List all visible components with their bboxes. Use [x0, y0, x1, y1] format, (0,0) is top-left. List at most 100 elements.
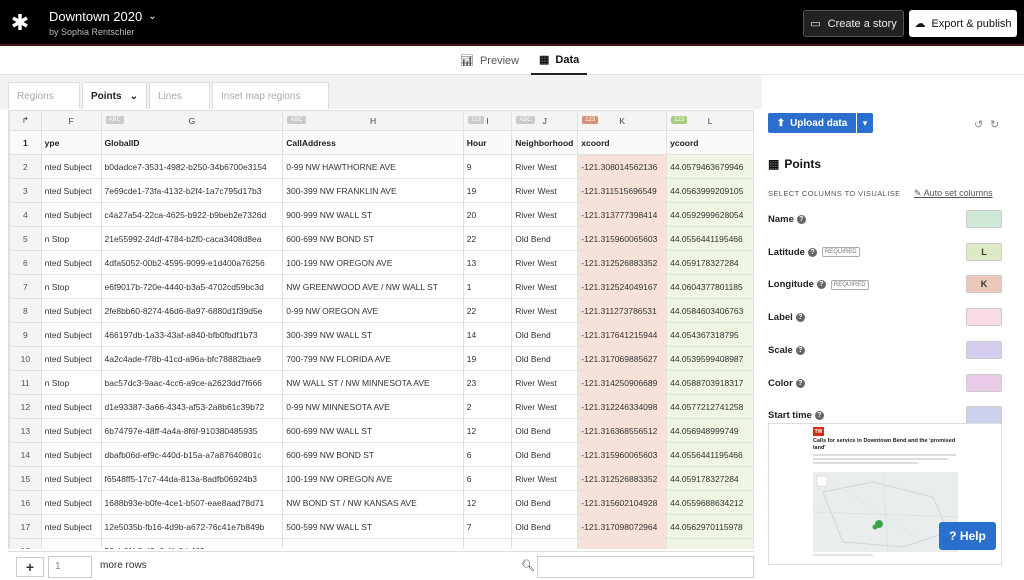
column-name-f[interactable]: ype — [40, 130, 102, 155]
table-cell[interactable]: -121.312246334098 — [577, 394, 668, 419]
table-cell[interactable]: 44.0559688634212 — [666, 490, 754, 515]
table-cell[interactable]: 0-99 NW MINNESOTA AVE — [282, 394, 464, 419]
table-cell[interactable]: 1688b93e-b0fe-4ce1-b507-eae8aad78d71 — [100, 490, 284, 515]
table-cell[interactable]: -121.312526883352 — [577, 466, 668, 491]
table-cell[interactable]: n Stop — [40, 226, 102, 251]
table-cell[interactable]: Old Bend — [511, 418, 579, 443]
table-cell[interactable]: nted Subject — [40, 298, 102, 323]
table-cell[interactable]: 4dfa5052-00b2-4595-9099-e1d400a76256 — [100, 250, 284, 275]
sheet-tab-regions[interactable]: Regions — [8, 82, 80, 109]
help-button[interactable]: ? Help — [939, 522, 996, 550]
table-cell[interactable]: -121.316368556512 — [577, 418, 668, 443]
project-title[interactable]: Downtown 2020 — [49, 9, 142, 24]
table-cell[interactable]: 44.0579463679946 — [666, 154, 754, 179]
table-cell[interactable]: 19 — [462, 346, 513, 371]
table-cell[interactable]: -121.317098072964 — [577, 514, 668, 539]
column-name-i[interactable]: Hour — [462, 130, 513, 155]
table-cell[interactable]: -121.311515696549 — [577, 178, 668, 203]
table-cell[interactable]: nted Subject — [40, 490, 102, 515]
table-cell[interactable]: Old Bend — [511, 322, 579, 347]
table-cell[interactable] — [462, 538, 513, 549]
chevron-down-icon[interactable]: ⌄ — [148, 11, 156, 22]
sheet-tab-lines[interactable]: Lines — [149, 82, 210, 109]
table-cell[interactable]: 9 — [462, 154, 513, 179]
table-cell[interactable]: River West — [511, 154, 579, 179]
table-cell[interactable]: nted Subject — [40, 466, 102, 491]
table-cell[interactable]: 44.0592999628054 — [666, 202, 754, 227]
table-cell[interactable] — [40, 538, 102, 549]
table-cell[interactable]: n Stop — [40, 274, 102, 299]
column-selector[interactable] — [966, 308, 1002, 327]
table-cell[interactable]: 2 — [462, 394, 513, 419]
table-cell[interactable]: River West — [511, 202, 579, 227]
table-cell[interactable]: 12 — [462, 490, 513, 515]
table-cell[interactable]: nted Subject — [40, 322, 102, 347]
table-cell[interactable]: 21e55992-24df-4784-b2f0-caca3408d8ea — [100, 226, 284, 251]
table-cell[interactable]: 44.059178327284 — [666, 250, 754, 275]
table-cell[interactable]: 300-399 NW FRANKLIN AVE — [282, 178, 464, 203]
table-cell[interactable]: e6f9017b-720e-4440-b3a5-4702cd59bc3d — [100, 274, 284, 299]
table-cell[interactable] — [282, 538, 464, 549]
table-cell[interactable]: nted Subject — [40, 178, 102, 203]
table-cell[interactable]: Old Bend — [511, 490, 579, 515]
column-header-f[interactable]: F — [40, 110, 102, 131]
table-cell[interactable]: nted Subject — [40, 418, 102, 443]
table-cell[interactable]: nted Subject — [40, 442, 102, 467]
table-cell[interactable] — [666, 538, 754, 549]
table-cell[interactable] — [577, 538, 668, 549]
column-header-k[interactable]: 123 K — [577, 110, 668, 131]
row-count-input[interactable]: 1 — [48, 556, 92, 578]
column-header-h[interactable]: ABC H — [282, 110, 464, 131]
column-name-j[interactable]: Neighborhood — [511, 130, 579, 155]
help-icon[interactable]: ? — [795, 345, 805, 355]
table-cell[interactable] — [511, 538, 579, 549]
help-icon[interactable]: ? — [816, 280, 826, 290]
table-cell[interactable]: nted Subject — [40, 202, 102, 227]
table-cell[interactable]: 700-799 NW FLORIDA AVE — [282, 346, 464, 371]
table-cell[interactable]: f6548ff5-17c7-44da-813a-8adfb06924b3 — [100, 466, 284, 491]
table-cell[interactable]: nted Subject — [40, 250, 102, 275]
column-name-l[interactable]: ycoord — [666, 130, 754, 155]
table-cell[interactable]: River West — [511, 466, 579, 491]
tab-data[interactable]: ▦ Data — [531, 46, 588, 75]
upload-data-button[interactable]: ⬆ Upload data — [768, 113, 856, 133]
table-cell[interactable]: NW GREENWOOD AVE / NW WALL ST — [282, 274, 464, 299]
table-cell[interactable]: River West — [511, 394, 579, 419]
table-cell[interactable]: 44.0556441195466 — [666, 442, 754, 467]
table-cell[interactable]: n Stop — [40, 370, 102, 395]
table-cell[interactable]: 44.054367318795 — [666, 322, 754, 347]
table-cell[interactable]: 600-699 NW BOND ST — [282, 442, 464, 467]
search-input[interactable] — [537, 556, 754, 578]
column-selector[interactable] — [966, 210, 1002, 228]
table-cell[interactable]: 12 — [462, 418, 513, 443]
table-cell[interactable]: 20 — [462, 202, 513, 227]
help-icon[interactable]: ? — [814, 411, 824, 421]
table-cell[interactable]: River West — [511, 298, 579, 323]
column-name-g[interactable]: GlobalID — [100, 130, 284, 155]
table-cell[interactable]: 44.0588703918317 — [666, 370, 754, 395]
table-cell[interactable]: -121.312524049167 — [577, 274, 668, 299]
help-icon[interactable]: ? — [795, 313, 805, 323]
undo-icon[interactable]: ↺ — [974, 118, 983, 131]
create-story-button[interactable]: ▭ Create a story — [803, 10, 904, 37]
add-rows-button[interactable]: + — [16, 557, 44, 577]
sheet-tab-inset-map-regions[interactable]: Inset map regions — [212, 82, 329, 109]
table-cell[interactable]: River West — [511, 370, 579, 395]
table-cell[interactable]: nted Subject — [40, 154, 102, 179]
table-cell[interactable]: -121.312526883352 — [577, 250, 668, 275]
table-cell[interactable]: 6 — [462, 442, 513, 467]
data-grid[interactable]: ↱ F ABC G ABC H 123 I ABC J 123 K 123 L 1 ype GlobalI… — [8, 110, 754, 549]
table-cell[interactable]: -121.315960065603 — [577, 442, 668, 467]
table-cell[interactable]: 500-599 NW WALL ST — [282, 514, 464, 539]
table-cell[interactable]: 100-199 NW OREGON AVE — [282, 466, 464, 491]
table-cell[interactable]: Old Bend — [511, 226, 579, 251]
column-header-j[interactable]: ABC J — [511, 110, 579, 131]
table-cell[interactable]: 13 — [462, 250, 513, 275]
table-cell[interactable]: 44.0562970115978 — [666, 514, 754, 539]
upload-options-dropdown[interactable]: ▾ — [857, 113, 873, 133]
table-cell[interactable]: dbafb06d-ef9c-440d-b15a-a7a87640801c — [100, 442, 284, 467]
column-selector[interactable]: K — [966, 275, 1002, 294]
table-cell[interactable]: -121.317641215944 — [577, 322, 668, 347]
table-cell[interactable]: 1 — [462, 274, 513, 299]
auto-set-columns-link[interactable]: ✎ Auto set columns — [914, 188, 993, 199]
